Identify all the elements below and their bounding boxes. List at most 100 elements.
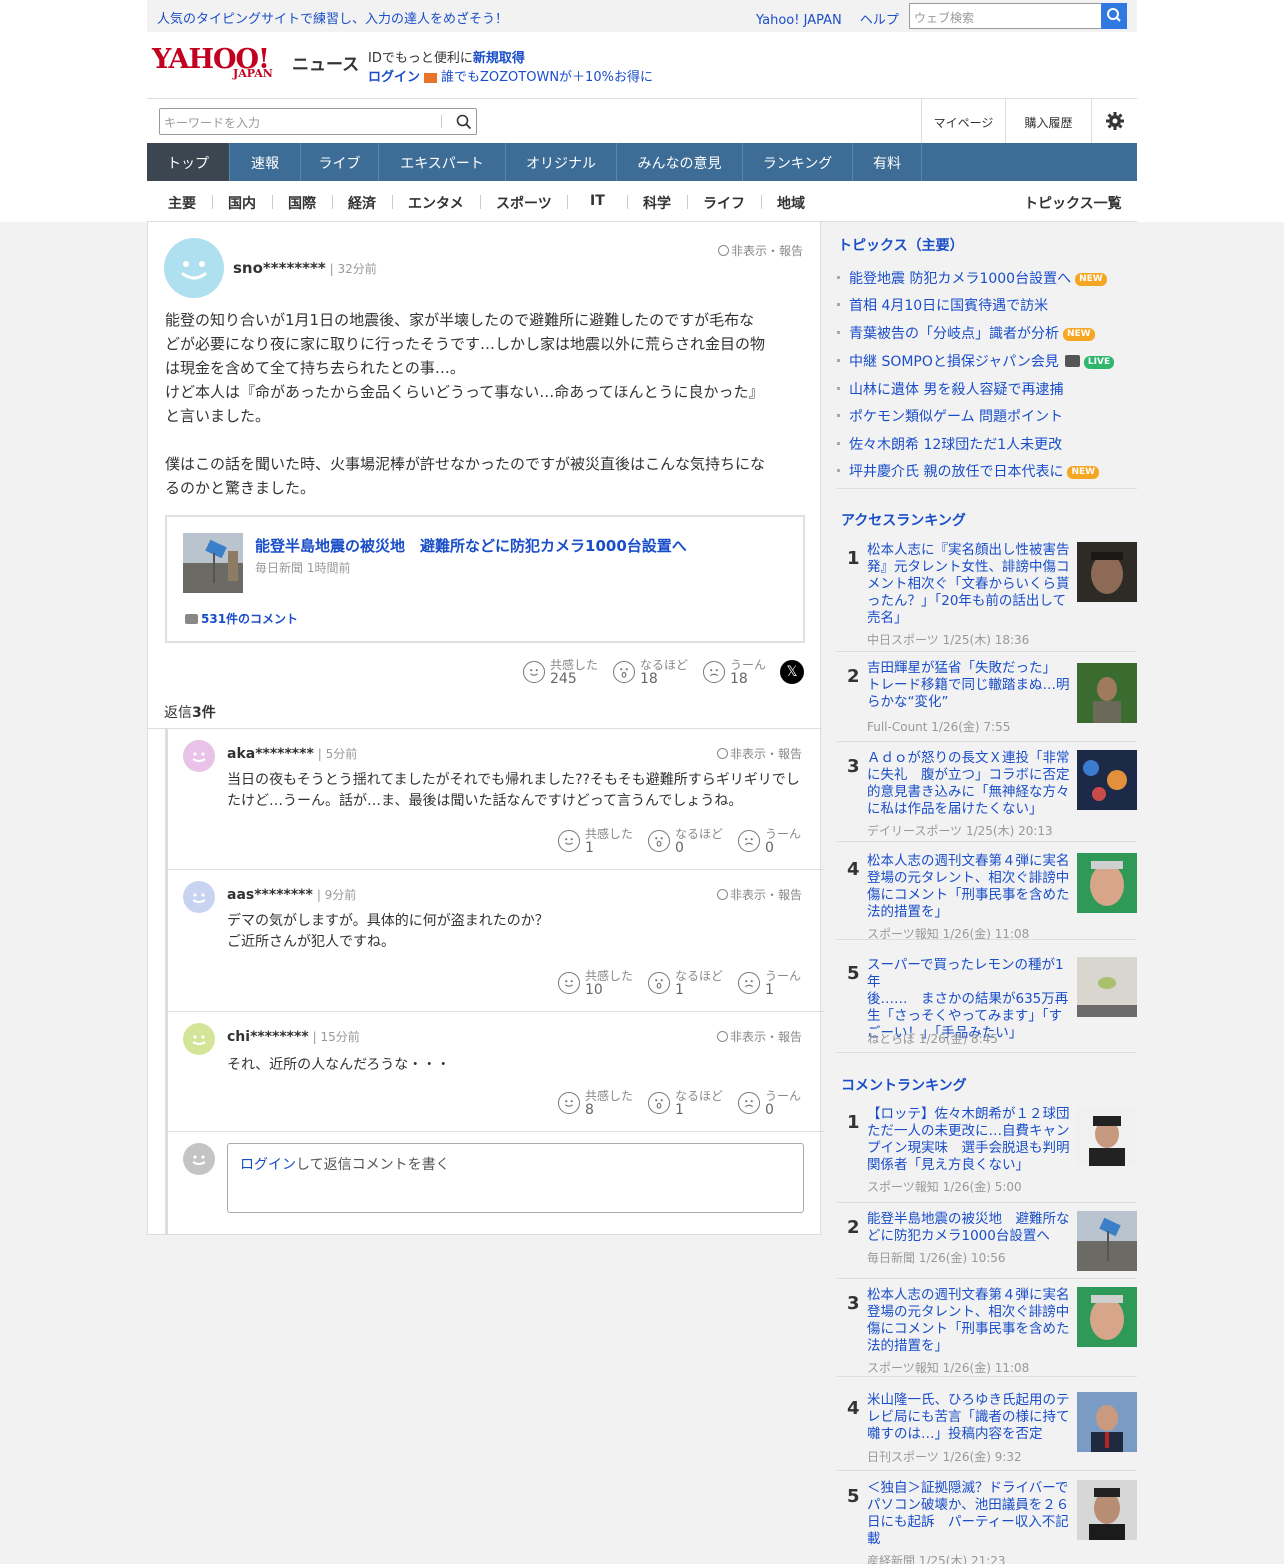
comment-username[interactable]: sno******** | 32分前: [233, 259, 377, 277]
purchase-history-button[interactable]: 購入履歴: [1005, 99, 1091, 144]
new-badge: NEW: [1075, 273, 1107, 286]
topics-all-link[interactable]: トピックス一覧: [1024, 193, 1122, 213]
web-search-input[interactable]: ウェブ検索: [909, 3, 1102, 29]
react-empathy-button[interactable]: 共感した 245: [523, 656, 613, 688]
mypage-button[interactable]: マイページ: [921, 99, 1005, 144]
login-link[interactable]: ログイン: [368, 70, 420, 85]
report-link[interactable]: 非表示・報告: [717, 886, 802, 903]
title-line: Ａｄｏが怒りの長文Ｘ連投「非常: [867, 750, 1070, 766]
x-share-button[interactable]: 𝕏: [780, 660, 804, 684]
reply-compose-box[interactable]: ログインして返信コメントを書く: [227, 1143, 804, 1213]
subnav-it[interactable]: IT: [590, 193, 605, 209]
title-line: 後…… まさかの結果が635万再: [867, 991, 1069, 1007]
tab-ranking[interactable]: ランキング: [743, 143, 853, 181]
ranking-meta: 日刊スポーツ 1/26(金) 9:32: [867, 1450, 1022, 1464]
report-link[interactable]: 非表示・報告: [717, 1028, 802, 1045]
topic-link[interactable]: ポケモン類似ゲーム 問題ポイント: [836, 406, 1063, 426]
rank-number: 4: [847, 1398, 860, 1419]
ranking-thumbnail: [1077, 1211, 1137, 1271]
ranking-item[interactable]: 4 松本人志の週刊文春第４弾に実名 登場の元タレント、相次ぐ誹謗中 傷にコメント「刑…: [837, 853, 1137, 941]
signup-link[interactable]: 新規取得: [473, 51, 525, 66]
reply-line: それ、近所の人なんだろうな・・・: [227, 1057, 451, 1073]
topics-heading: トピックス（主要）: [838, 238, 964, 254]
ranking-item[interactable]: 5 ＜独自＞証拠隠滅？ドライバーで パソコン破壊か、池田議員を２６ 日にも起訴 パー…: [837, 1480, 1137, 1564]
article-comments-link[interactable]: 531件のコメント: [185, 610, 298, 627]
topic-link[interactable]: 山林に遺体 男を殺人容疑で再逮捕: [836, 379, 1063, 399]
article-title[interactable]: 能登半島地震の被災地 避難所などに防犯カメラ1000台設置へ: [255, 535, 687, 556]
subnav-domestic[interactable]: 国内: [228, 193, 256, 213]
ranking-title: 松本人志に『実名顔出し性被害告 発』元タレント女性、誹謗中傷コ メント相次ぐ「文春か…: [867, 542, 1071, 627]
search-icon[interactable]: [456, 114, 472, 130]
subnav-entertainment[interactable]: エンタメ: [408, 193, 464, 213]
news-logo[interactable]: ニュース: [292, 50, 359, 75]
ranking-item[interactable]: 5 スーパーで買ったレモンの種が1年 後…… まさかの結果が635万再 生「さっそく…: [837, 957, 1137, 1053]
smile-icon: [558, 972, 580, 994]
react-empathy-button[interactable]: 共感した 1: [558, 825, 648, 857]
web-search-button[interactable]: [1101, 3, 1127, 29]
tab-top[interactable]: トップ: [147, 143, 230, 181]
ranking-item[interactable]: 4 米山隆一氏、ひろゆき氏起用のテ レビ局にも苦言「識者の様に持て 囃すのは…」投稿…: [837, 1392, 1137, 1471]
ranking-item[interactable]: 1 【ロッテ】佐々木朗希が１２球団 ただ一人の未更改に…自費キャン プイン現実味 選…: [837, 1106, 1137, 1203]
subnav-science[interactable]: 科学: [643, 193, 671, 213]
tab-flash[interactable]: 速報: [230, 143, 301, 181]
react-insight-button[interactable]: なるほど 18: [613, 656, 703, 688]
topic-link[interactable]: 坪井慶介氏 親の放任で日本代表に NEW: [836, 461, 1100, 481]
react-hmm-button[interactable]: うーん 1: [738, 967, 828, 999]
tab-paid[interactable]: 有料: [853, 143, 922, 181]
title-line: 傷にコメント「刑事民事を含めた: [867, 1321, 1070, 1337]
react-insight-button[interactable]: なるほど 0: [648, 825, 738, 857]
article-card[interactable]: 能登半島地震の被災地 避難所などに防犯カメラ1000台設置へ 毎日新聞 1時間前…: [165, 515, 805, 643]
react-count: 1: [585, 840, 594, 856]
rank-number: 5: [847, 963, 860, 984]
topic-link[interactable]: 佐々木朗希 12球団ただ1人未更改: [836, 434, 1062, 454]
compose-login-link[interactable]: ログイン: [240, 1157, 296, 1173]
subnav-sports[interactable]: スポーツ: [496, 193, 552, 213]
avatar: [183, 1143, 215, 1175]
reply-username[interactable]: aas******** | 9分前: [227, 886, 356, 903]
subnav-international[interactable]: 国際: [288, 193, 316, 213]
tab-expert[interactable]: エキスパート: [379, 143, 506, 181]
reply-username[interactable]: chi******** | 15分前: [227, 1028, 360, 1045]
zozo-link[interactable]: 誰でもZOZOTOWNが＋10%お得に: [441, 70, 653, 85]
subnav-life[interactable]: ライフ: [703, 193, 745, 213]
article-thumbnail[interactable]: [183, 533, 243, 593]
ranking-item[interactable]: 2 吉田輝星が猛省「失敗だった」 トレード移籍で同じ轍踏まぬ…明 らかな“変化” F…: [837, 660, 1137, 742]
report-link[interactable]: 非表示・報告: [717, 745, 802, 762]
subnav-economy[interactable]: 経済: [348, 193, 376, 213]
react-empathy-button[interactable]: 共感した 10: [558, 967, 648, 999]
rank-number: 2: [847, 1217, 860, 1238]
topic-link[interactable]: 首相 4月10日に国賓待遇で訪米: [836, 295, 1048, 315]
react-insight-button[interactable]: なるほど 1: [648, 967, 738, 999]
reply-username[interactable]: aka******** | 5分前: [227, 745, 357, 762]
topic-link[interactable]: 青葉被告の「分岐点」識者が分析 NEW: [837, 323, 1095, 343]
help-link[interactable]: ヘルプ: [860, 13, 899, 28]
reply-body: それ、近所の人なんだろうな・・・: [227, 1055, 807, 1076]
keyword-input[interactable]: キーワードを入力: [159, 108, 477, 135]
react-hmm-button[interactable]: うーん 0: [738, 825, 828, 857]
topic-link[interactable]: 中継 SOMPOと損保ジャパン会見 LIVE: [836, 351, 1115, 371]
react-count: 0: [675, 840, 684, 856]
reply-time: | 9分前: [316, 888, 357, 902]
ranking-item[interactable]: 2 能登半島地震の被災地 避難所な どに防犯カメラ1000台設置へ 毎日新聞 1/…: [837, 1211, 1137, 1279]
report-link[interactable]: 非表示・報告: [718, 242, 803, 259]
ranking-item[interactable]: 3 松本人志の週刊文春第４弾に実名 登場の元タレント、相次ぐ誹謗中 傷にコメント「刑…: [837, 1287, 1137, 1377]
subnav-main[interactable]: 主要: [168, 193, 196, 213]
topic-link[interactable]: 能登地震 防犯カメラ1000台設置へ NEW: [837, 268, 1107, 288]
ranking-thumbnail: [1077, 663, 1137, 723]
tab-live[interactable]: ライブ: [301, 143, 379, 181]
settings-button[interactable]: [1091, 99, 1137, 144]
promo-link[interactable]: 人気のタイピングサイトで練習し、入力の達人をめざそう！: [157, 8, 508, 27]
yahoo-japan-link[interactable]: Yahoo! JAPAN: [756, 13, 842, 28]
subnav-region[interactable]: 地域: [777, 193, 805, 213]
ranking-item[interactable]: 1 松本人志に『実名顔出し性被害告 発』元タレント女性、誹謗中傷コ メント相次ぐ「文…: [837, 542, 1137, 652]
tab-opinions[interactable]: みんなの意見: [617, 143, 743, 181]
react-empathy-button[interactable]: 共感した 8: [558, 1087, 648, 1119]
react-insight-button[interactable]: なるほど 1: [648, 1087, 738, 1119]
ranking-item[interactable]: 3 Ａｄｏが怒りの長文Ｘ連投「非常 に失礼 腹が立つ」コラボに否定 的意見書き込みに…: [837, 750, 1137, 842]
comment-body: 能登の知り合いが1月1日の地震後、家が半壊したので避難所に避難したのですが毛布な…: [165, 308, 807, 500]
header: 人気のタイピングサイトで練習し、入力の達人をめざそう！ Yahoo! JAPAN…: [0, 0, 1284, 222]
comment-time-text: 32分前: [337, 262, 377, 276]
react-hmm-button[interactable]: うーん 0: [738, 1087, 828, 1119]
tab-original[interactable]: オリジナル: [506, 143, 617, 181]
title-line: 松本人志の週刊文春第４弾に実名: [867, 1287, 1070, 1303]
